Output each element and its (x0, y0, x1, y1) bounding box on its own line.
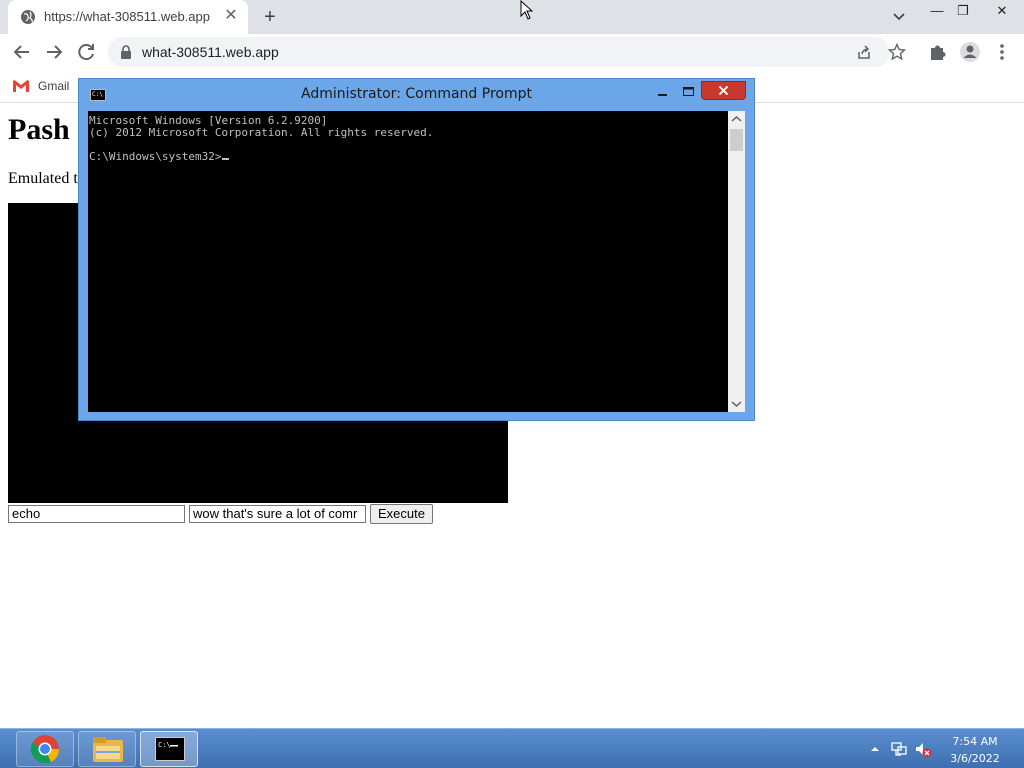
back-arrow-icon[interactable] (10, 40, 34, 64)
network-icon[interactable] (890, 740, 908, 758)
console-scrollbar[interactable] (728, 111, 745, 412)
reload-icon[interactable] (74, 40, 98, 64)
console-area[interactable]: Microsoft Windows [Version 6.2.9200] (c)… (88, 111, 728, 412)
volume-muted-icon[interactable] (914, 740, 932, 758)
browser-tabstrip: https://what-308511.web.app ✕ + — ❐ ✕ (0, 0, 1024, 34)
clock-date: 3/6/2022 (950, 752, 1000, 765)
window-minimize-button[interactable]: — (924, 0, 950, 22)
execute-button[interactable]: Execute (370, 504, 433, 524)
new-tab-button[interactable]: + (258, 6, 282, 28)
taskbar-command-prompt-button[interactable]: C:\ (140, 731, 198, 767)
command-input[interactable]: echo (8, 505, 185, 523)
console-line-copyright: (c) 2012 Microsoft Corporation. All righ… (89, 126, 434, 139)
more-menu-icon[interactable] (990, 40, 1014, 64)
clock-time: 7:54 AM (952, 735, 998, 748)
page-heading: Pash (8, 113, 70, 146)
browser-tab[interactable]: https://what-308511.web.app ✕ (8, 0, 248, 34)
scrollbar-thumb[interactable] (730, 129, 743, 151)
browser-toolbar: what-308511.web.app (0, 34, 1024, 70)
console-cursor (222, 158, 230, 160)
command-prompt-window[interactable]: C:\ Administrator: Command Prompt Micros… (78, 78, 755, 421)
forward-arrow-icon[interactable] (42, 40, 66, 64)
command-prompt-icon: C:\ (155, 737, 185, 761)
system-clock[interactable]: 7:54 AM 3/6/2022 (940, 733, 1010, 767)
scroll-up-arrow-icon[interactable] (728, 111, 745, 127)
taskbar-chrome-button[interactable] (16, 731, 74, 767)
taskbar-file-explorer-button[interactable] (78, 731, 136, 767)
bookmark-star-icon[interactable] (888, 43, 906, 61)
lock-icon[interactable] (120, 45, 132, 59)
bookmark-gmail[interactable]: Gmail (12, 76, 69, 96)
mouse-cursor-icon (520, 0, 534, 20)
share-icon[interactable] (856, 44, 872, 60)
profile-avatar-icon[interactable] (958, 40, 982, 64)
cmd-maximize-button[interactable] (675, 83, 701, 101)
page-intro-text: Emulated t (8, 170, 78, 187)
chrome-icon (30, 735, 60, 764)
url-text[interactable]: what-308511.web.app (142, 44, 279, 60)
gmail-icon (13, 80, 29, 92)
svg-text:C:\: C:\ (158, 741, 171, 749)
tab-title: https://what-308511.web.app (44, 9, 210, 24)
window-close-button[interactable]: ✕ (980, 0, 1024, 22)
bookmark-gmail-label: Gmail (38, 79, 70, 93)
cmd-minimize-button[interactable] (649, 83, 675, 101)
extensions-puzzle-icon[interactable] (926, 40, 950, 64)
address-bar[interactable]: what-308511.web.app (108, 37, 906, 67)
cmd-close-button[interactable] (701, 81, 746, 100)
show-hidden-icons-arrow-icon[interactable] (866, 740, 884, 758)
scroll-down-arrow-icon[interactable] (728, 396, 745, 412)
console-prompt: C:\Windows\system32> (89, 150, 222, 163)
globe-icon (21, 10, 35, 24)
windows-taskbar: C:\ 7:54 AM 3/6/2022 (0, 728, 1024, 768)
window-restore-button[interactable]: ❐ (950, 0, 976, 22)
arguments-input[interactable]: wow that's sure a lot of comr (189, 505, 366, 523)
file-explorer-icon (93, 737, 123, 762)
tab-search-chevron-icon[interactable] (890, 9, 908, 25)
close-tab-icon[interactable]: ✕ (222, 7, 240, 25)
